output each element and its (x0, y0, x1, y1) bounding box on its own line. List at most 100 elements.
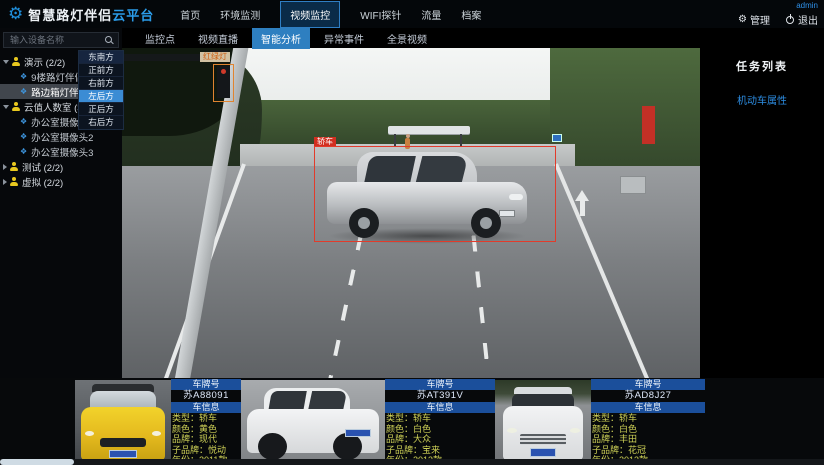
tree-group-test[interactable]: 测试 (2/2) (0, 159, 122, 174)
system-buttons: 管理 退出 (738, 12, 818, 27)
direction-option-front[interactable]: 正前方 (79, 64, 123, 77)
car-roof (514, 387, 572, 394)
device-icon (20, 131, 27, 142)
car-grill (520, 434, 566, 445)
person-icon (10, 177, 18, 186)
tree-item-label: 办公室摄像头3 (31, 145, 93, 159)
plate-header: 车牌号 (385, 379, 495, 390)
detection-results-bar: 车牌号 苏A88091 车信息 类型：轿车 颜色：黄色 品牌：现代 子品牌：悦动… (0, 378, 824, 465)
direction-option-rear-right[interactable]: 右后方 (79, 116, 123, 129)
plate-number: 苏AT391V (385, 390, 495, 402)
direction-option-rear-left[interactable]: 左后方 (79, 90, 123, 103)
camera-direction-menu: 东南方 正前方 右前方 左后方 正后方 右后方 (78, 50, 124, 130)
power-icon (786, 16, 794, 24)
nav-item-traffic[interactable]: 流量 (421, 2, 441, 27)
person-icon (12, 57, 20, 66)
shelter-leg (460, 134, 462, 146)
tree-group-virtual[interactable]: 虚拟 (2/2) (0, 174, 122, 189)
tree-item-office-cam-3[interactable]: 办公室摄像头3 (0, 144, 122, 159)
vehicle-info-3: 车牌号 苏AD8J27 车信息 类型：轿车 颜色：白色 品牌：丰田 子品牌：花冠… (591, 379, 705, 465)
car-plate (345, 429, 371, 437)
main-nav: 首页 环境监测 视频监控 WIFI探针 流量 档案 (180, 1, 481, 28)
car-plate (109, 450, 138, 459)
direction-option-southeast[interactable]: 东南方 (79, 51, 123, 64)
attr-brand: 品牌：现代 (171, 434, 241, 445)
sub-tab-bar: 监控点 视频直播 智能分析 异常事件 全景视频 (122, 28, 700, 48)
plate-number: 苏AD8J27 (591, 390, 705, 402)
tab-panorama-video[interactable]: 全景视频 (378, 28, 436, 49)
attr-subbrand: 子品牌：宝来 (385, 445, 495, 456)
utility-box (620, 176, 646, 194)
attr-subbrand: 子品牌：悦动 (171, 445, 241, 456)
tree-group-label: 测试 (2/2) (22, 160, 63, 174)
chevron-down-icon[interactable] (3, 60, 9, 64)
device-icon (20, 116, 27, 127)
car-grill (100, 438, 146, 447)
nav-item-environment[interactable]: 环境监测 (220, 2, 260, 27)
vehicle-snapshot-2[interactable] (241, 380, 385, 465)
nav-item-archive[interactable]: 档案 (461, 2, 481, 27)
tree-item-office-cam-2[interactable]: 办公室摄像头2 (0, 129, 122, 144)
road-sign (552, 134, 562, 142)
vehicle-snapshot-1[interactable] (75, 380, 171, 465)
task-list-title: 任务列表 (700, 58, 824, 74)
direction-option-rear[interactable]: 正后方 (79, 103, 123, 116)
vehicle-info-1: 车牌号 苏A88091 车信息 类型：轿车 颜色：黄色 品牌：现代 子品牌：悦动… (171, 379, 241, 465)
pedestrian-head (406, 134, 410, 138)
tree-group-label: 虚拟 (2/2) (22, 175, 63, 189)
tab-smart-analysis[interactable]: 智能分析 (252, 28, 310, 49)
task-item-vehicle-attributes[interactable]: 机动车属性 (700, 92, 824, 107)
attr-subbrand: 子品牌：花冠 (591, 445, 705, 456)
search-icon[interactable] (105, 36, 114, 45)
vehicle-info-2: 车牌号 苏AT391V 车信息 类型：轿车 颜色：白色 品牌：大众 子品牌：宝来… (385, 379, 495, 465)
info-header: 车信息 (171, 402, 241, 413)
top-bar: 智慧路灯伴侣 云平台 首页 环境监测 视频监控 WIFI探针 流量 档案 adm… (0, 0, 824, 28)
direction-option-front-right[interactable]: 右前方 (79, 77, 123, 90)
attr-brand: 品牌：丰田 (591, 434, 705, 445)
attr-color: 颜色：白色 (591, 424, 705, 435)
tree-group-label: 演示 (2/2) (24, 55, 65, 69)
info-header: 车信息 (385, 402, 495, 413)
current-user[interactable]: admin (796, 1, 818, 10)
nav-item-home[interactable]: 首页 (180, 2, 200, 27)
attr-color: 颜色：白色 (385, 424, 495, 435)
chevron-right-icon[interactable] (3, 164, 7, 170)
attr-type: 类型：轿车 (171, 413, 241, 424)
attr-type: 类型：轿车 (591, 413, 705, 424)
vehicle-snapshot-3[interactable] (495, 380, 591, 465)
plate-header: 车牌号 (591, 379, 705, 390)
chevron-down-icon[interactable] (3, 105, 9, 109)
app-title: 智慧路灯伴侣 (28, 5, 112, 24)
tab-live-video[interactable]: 视频直播 (189, 28, 247, 49)
nav-item-video-surveillance[interactable]: 视频监控 (280, 1, 340, 28)
attr-color: 颜色：黄色 (171, 424, 241, 435)
logout-label: 退出 (798, 12, 818, 27)
tab-monitor-points[interactable]: 监控点 (136, 28, 184, 49)
device-icon (20, 146, 27, 157)
search-input[interactable] (8, 34, 105, 46)
plate-number: 苏A88091 (171, 390, 241, 402)
traffic-light-detection-label: 红绿灯 (200, 52, 230, 62)
info-header: 车信息 (591, 402, 705, 413)
live-video-feed[interactable]: 红绿灯 轿车 (122, 48, 700, 378)
device-icon (20, 71, 27, 82)
horizontal-scrollbar (0, 459, 824, 465)
person-icon (12, 102, 20, 111)
person-icon (10, 162, 18, 171)
attr-type: 类型：轿车 (385, 413, 495, 424)
chevron-right-icon[interactable] (3, 179, 7, 185)
manage-button[interactable]: 管理 (738, 12, 770, 27)
app-screen: 智慧路灯伴侣 云平台 首页 环境监测 视频监控 WIFI探针 流量 档案 adm… (0, 0, 824, 465)
logout-button[interactable]: 退出 (786, 12, 818, 27)
traffic-light-detection-box (213, 64, 234, 102)
nav-item-wifi-probe[interactable]: WIFI探针 (360, 2, 401, 27)
shelter-leg (394, 134, 396, 146)
gear-icon (738, 14, 750, 25)
device-icon (20, 86, 27, 97)
tab-abnormal-events[interactable]: 异常事件 (315, 28, 373, 49)
attr-brand: 品牌：大众 (385, 434, 495, 445)
gear-logo-icon (8, 5, 23, 24)
plate-header: 车牌号 (171, 379, 241, 390)
device-search-box (3, 32, 119, 48)
horizontal-scrollbar-thumb[interactable] (0, 459, 74, 465)
